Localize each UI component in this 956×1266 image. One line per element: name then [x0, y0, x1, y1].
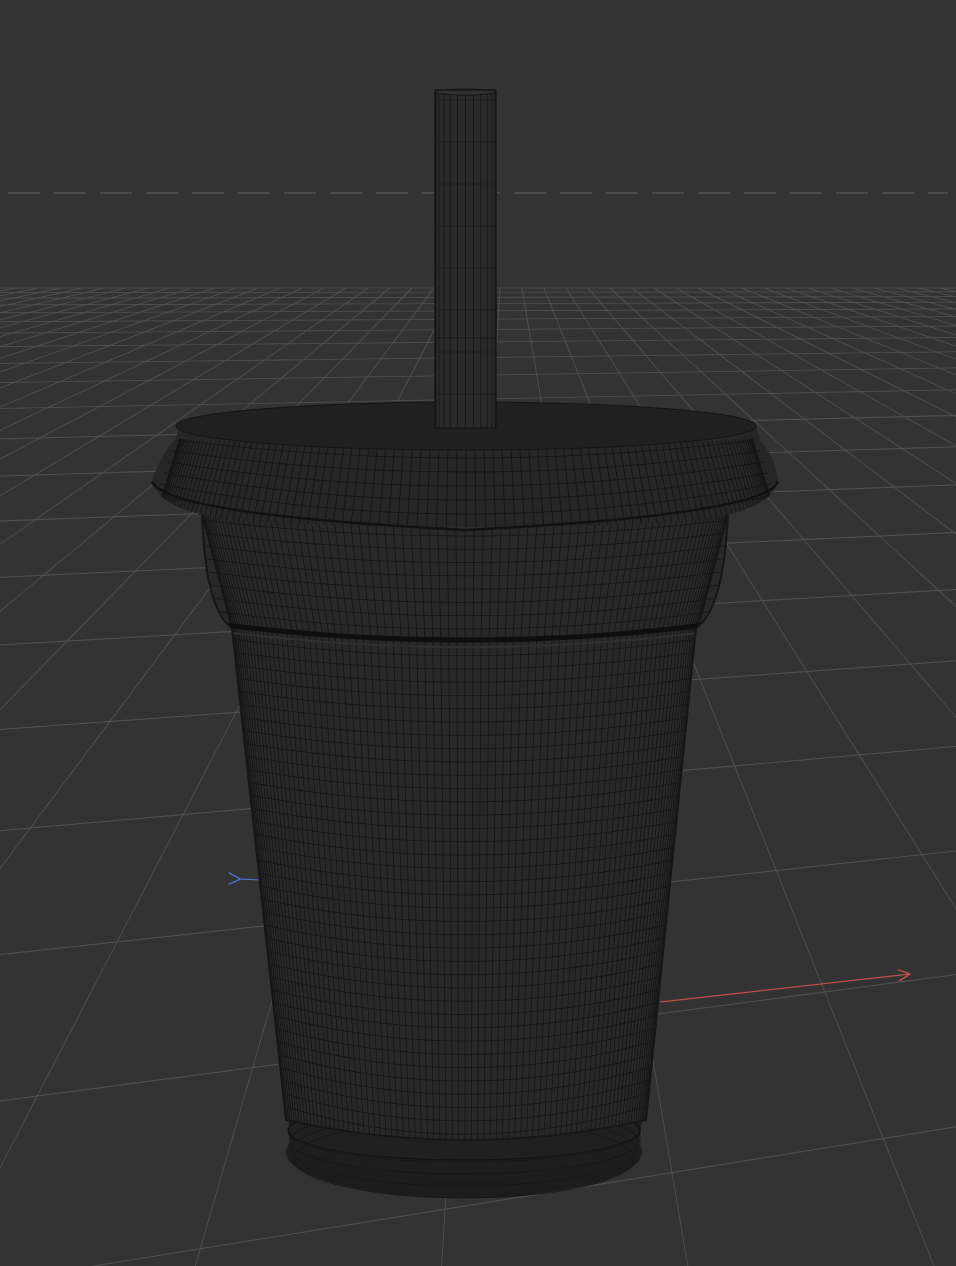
- grid-line-vertical: [0, 287, 105, 314]
- cup-straw[interactable]: [434, 88, 497, 429]
- grid-line-vertical: [807, 287, 956, 336]
- grid-line-vertical: [0, 287, 149, 329]
- grid-line-vertical: [785, 287, 956, 347]
- cup-model[interactable]: [148, 88, 784, 1199]
- grid-line-vertical: [763, 287, 956, 360]
- 3d-viewport[interactable]: [0, 0, 956, 1266]
- grid-line-vertical: [0, 287, 61, 302]
- grid-line-vertical: [0, 287, 39, 297]
- grid-line-vertical: [0, 287, 83, 308]
- viewport-canvas[interactable]: [0, 0, 956, 1266]
- cup-body[interactable]: [201, 511, 729, 1161]
- grid-line-vertical: [895, 287, 956, 304]
- grid-line-vertical: [741, 287, 956, 376]
- grid-line-vertical: [851, 287, 956, 318]
- x-axis-line: [659, 974, 910, 1003]
- grid-line-vertical: [0, 287, 127, 321]
- grid-line-vertical: [939, 287, 956, 292]
- grid-line-vertical: [0, 287, 17, 292]
- grid-line-vertical: [873, 287, 956, 310]
- z-axis-line: [238, 879, 263, 880]
